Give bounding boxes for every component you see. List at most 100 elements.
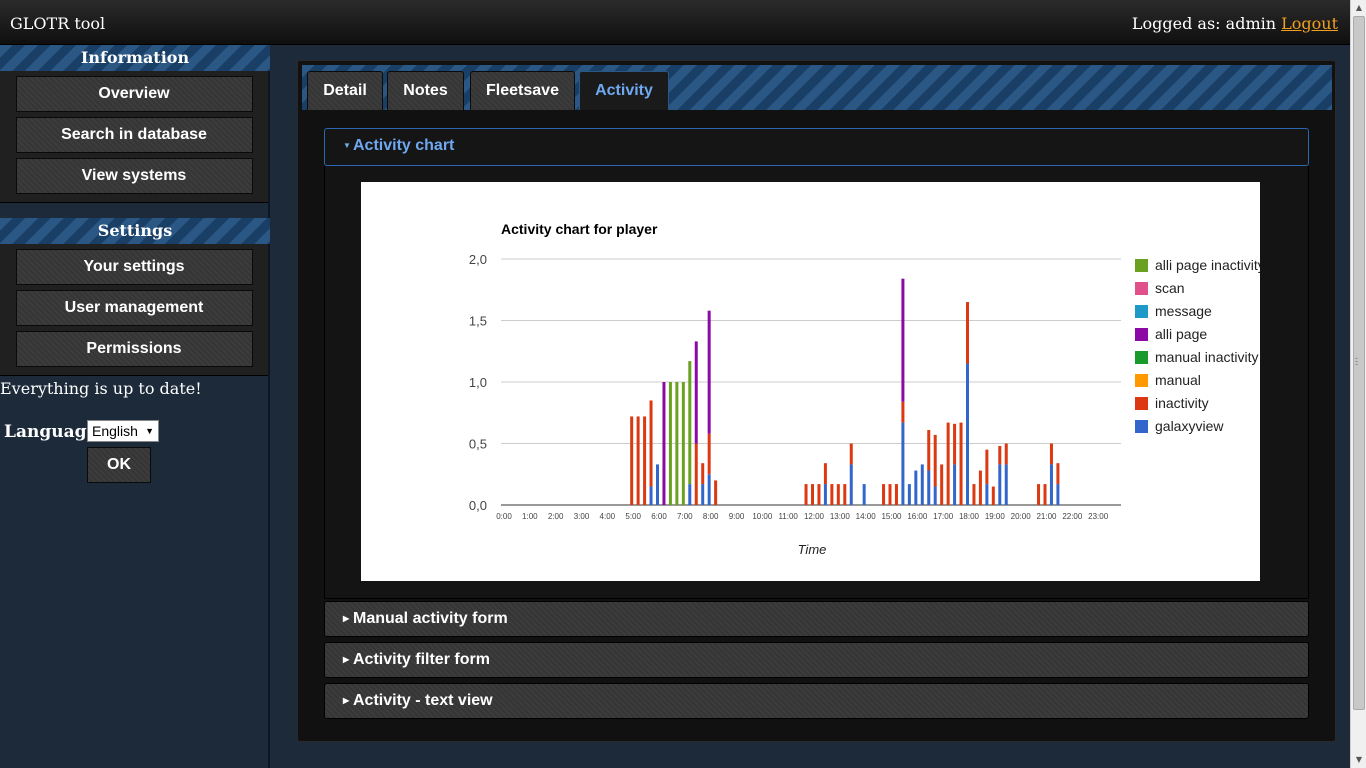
bar-segment — [940, 464, 944, 505]
x-tick-label: 17:00 — [933, 512, 954, 521]
bar-segment — [707, 474, 711, 505]
information-menu: Overview Search in database View systems — [0, 71, 268, 203]
bar-segment — [830, 484, 834, 505]
language-value: English — [92, 423, 138, 439]
x-tick-label: 1:00 — [522, 512, 538, 521]
activity-chart-header[interactable]: ▼ Activity chart — [324, 128, 1309, 166]
bar-segment — [998, 445, 1002, 465]
scroll-up-icon[interactable]: ▲ — [1351, 0, 1366, 16]
bar-segment — [933, 434, 937, 487]
bar-segment — [688, 484, 692, 505]
legend-swatch — [1135, 374, 1148, 387]
bar-segment — [914, 470, 918, 505]
login-info: Logged as: admin Logout — [1132, 14, 1338, 33]
x-tick-label: 23:00 — [1088, 512, 1109, 521]
legend-label: galaxyview — [1155, 418, 1224, 434]
bar-segment — [694, 443, 698, 505]
x-tick-label: 11:00 — [778, 512, 798, 521]
bar-segment — [901, 422, 905, 505]
bar-segment — [811, 484, 814, 505]
bar-segment — [707, 310, 711, 434]
legend-swatch — [1135, 351, 1148, 364]
x-axis-labels: 0:00 1:00 2:00 3:00 4:00 5:00 6:00 7:00 8:00 9:00… — [496, 512, 1109, 521]
bar-segment — [817, 484, 821, 505]
bar-segment — [894, 484, 898, 505]
legend-swatch — [1135, 420, 1148, 433]
grip-icon: --- — [1355, 354, 1359, 370]
bar-segment — [933, 486, 937, 505]
your-settings-button[interactable]: Your settings — [15, 249, 253, 285]
bar-segment — [978, 470, 982, 505]
bar-segment — [966, 302, 969, 364]
bar-segment — [920, 464, 924, 505]
x-tick-label: 13:00 — [830, 512, 851, 521]
x-tick-label: 6:00 — [651, 512, 667, 521]
legend-label: scan — [1155, 280, 1185, 296]
information-heading: Information — [0, 45, 270, 71]
expanded-triangle-icon: ▼ — [343, 141, 351, 150]
legend-swatch — [1135, 397, 1148, 410]
bar-segment — [688, 361, 692, 485]
bar-segment — [1056, 484, 1060, 505]
bar-segment — [849, 464, 853, 505]
tab-notes[interactable]: Notes — [387, 71, 464, 110]
main-panel: Detail Notes Fleetsave Activity ▼ Activi… — [297, 60, 1336, 742]
x-tick-label: 4:00 — [600, 512, 616, 521]
chart-legend: alli page inactivity scan message alli page… — [1135, 257, 1265, 434]
activity-filter-form-header[interactable]: ▶ Activity filter form — [324, 642, 1309, 678]
x-tick-label: 16:00 — [907, 512, 928, 521]
bar-segment — [681, 382, 685, 505]
x-tick-label: 20:00 — [1011, 512, 1032, 521]
y-tick-label: 1,0 — [469, 375, 487, 390]
bar-segment — [927, 429, 931, 471]
x-tick-label: 14:00 — [856, 512, 877, 521]
bar-segment — [907, 484, 911, 505]
bar-segment — [959, 422, 963, 505]
x-tick-label: 21:00 — [1036, 512, 1057, 521]
bar-segment — [862, 484, 866, 505]
x-tick-label: 7:00 — [677, 512, 693, 521]
vertical-scrollbar[interactable]: ▲ --- ▼ — [1350, 0, 1366, 768]
x-tick-label: 9:00 — [729, 512, 745, 521]
overview-button[interactable]: Overview — [15, 76, 253, 112]
ok-button[interactable]: OK — [87, 447, 151, 483]
scroll-down-icon[interactable]: ▼ — [1351, 752, 1366, 768]
x-tick-label: 5:00 — [625, 512, 641, 521]
bar-segment — [1037, 484, 1041, 505]
legend-swatch — [1135, 259, 1148, 272]
y-tick-label: 1,5 — [469, 314, 487, 329]
top-bar: GLOTR tool Logged as: admin Logout — [0, 0, 1350, 45]
language-select[interactable]: English ▼ — [87, 420, 159, 442]
chart-grid — [501, 258, 1121, 506]
collapsed-triangle-icon: ▶ — [343, 655, 350, 664]
bar-segment — [953, 423, 957, 465]
user-management-button[interactable]: User management — [15, 290, 253, 326]
search-database-button[interactable]: Search in database — [15, 117, 253, 153]
legend-swatch — [1135, 305, 1148, 318]
tab-activity[interactable]: Activity — [579, 71, 669, 110]
bar-segment — [985, 449, 989, 485]
bar-segment — [901, 401, 905, 423]
bar-segment — [823, 463, 827, 485]
x-axis-title: Time — [798, 542, 827, 557]
logged-as-text: Logged as: admin — [1131, 14, 1277, 33]
dropdown-arrow-icon: ▼ — [145, 426, 154, 436]
status-text: Everything is up to date! — [0, 379, 202, 398]
legend-swatch — [1135, 328, 1148, 341]
activity-chart: Activity chart for player 0,0 0,5 1,0 1,5 2,… — [361, 182, 1265, 581]
activity-text-view-header[interactable]: ▶ Activity - text view — [324, 683, 1309, 719]
y-tick-label: 2,0 — [469, 252, 487, 267]
manual-activity-form-header[interactable]: ▶ Manual activity form — [324, 601, 1309, 637]
legend-label: manual — [1155, 372, 1201, 388]
logout-link[interactable]: Logout — [1281, 14, 1338, 33]
bar-segment — [836, 484, 840, 505]
permissions-button[interactable]: Permissions — [15, 331, 253, 367]
tab-detail[interactable]: Detail — [307, 71, 383, 110]
bar-segment — [946, 422, 950, 505]
view-systems-button[interactable]: View systems — [15, 158, 253, 194]
collapsed-triangle-icon: ▶ — [343, 614, 350, 623]
bar-segment — [804, 484, 808, 505]
tab-fleetsave[interactable]: Fleetsave — [470, 71, 575, 110]
y-tick-label: 0,0 — [469, 498, 487, 513]
bar-segment — [1049, 443, 1053, 465]
